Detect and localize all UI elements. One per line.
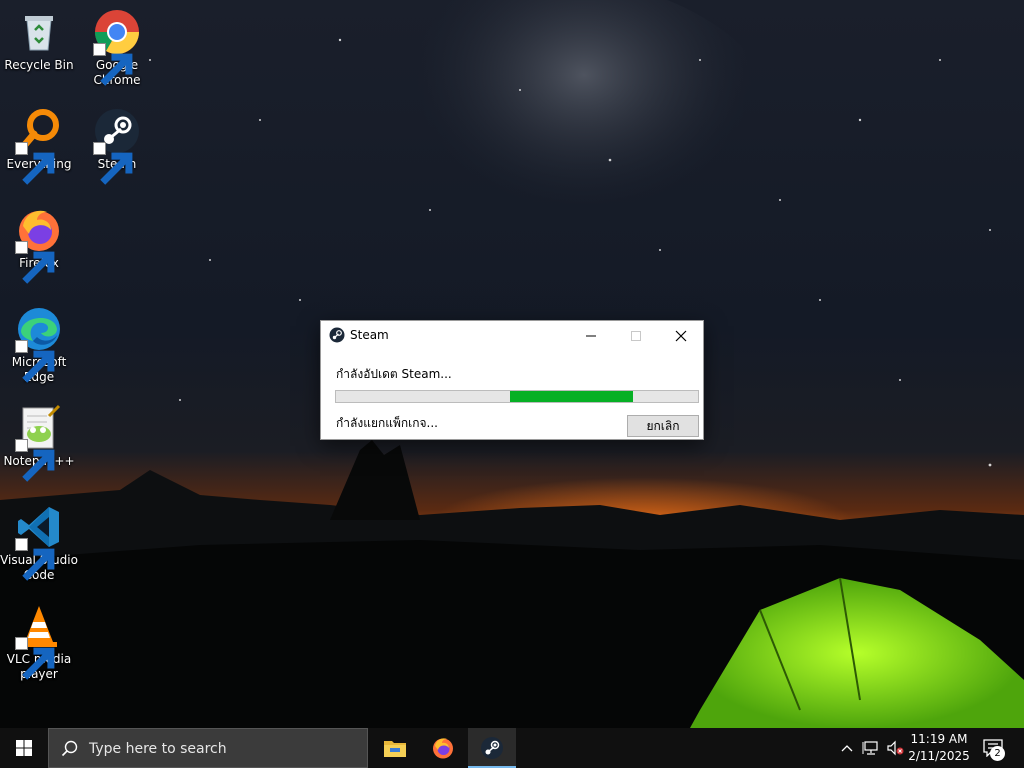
search-placeholder: Type here to search [89,741,227,757]
taskbar-file-explorer[interactable] [371,728,419,768]
shortcut-arrow-icon [15,538,55,581]
shortcut-arrow-icon [15,439,55,482]
vscode-icon [15,503,63,581]
dialog-titlebar[interactable]: Steam [321,321,703,351]
desktop-icon-steam[interactable]: Steam [78,107,156,185]
steam-icon [93,107,141,185]
shortcut-arrow-icon [15,241,55,284]
action-center-button[interactable]: 2 [978,728,1010,768]
close-button[interactable] [658,321,704,351]
shortcut-arrow-icon [15,637,55,680]
extract-status-text: กำลังแยกแพ็กเกจ... [336,416,438,430]
minimize-button[interactable] [568,321,614,351]
shortcut-arrow-icon [15,142,55,185]
taskbar: Type here to search 11:19 AM 2/11/2025 2 [0,728,1024,768]
desktop-icon-firefox[interactable]: Firefox [0,206,78,284]
clock-time: 11:19 AM [910,732,968,746]
desktop-icon-vlc[interactable]: VLC media player [0,602,78,682]
shortcut-arrow-icon [93,142,133,185]
update-status-text: กำลังอัปเดต Steam... [336,367,452,381]
chrome-icon [93,8,141,86]
dialog-body: กำลังอัปเดต Steam... กำลังแยกแพ็กเกจ... … [321,351,703,439]
firefox-icon [433,738,453,759]
taskbar-clock[interactable]: 11:19 AM 2/11/2025 [900,731,978,765]
chevron-up-icon [841,745,853,752]
windows-logo-icon [16,740,32,756]
steam-update-dialog: Steam กำลังอัปเดต Steam... กำลังแยกแพ็กเ… [320,320,704,440]
close-icon [675,330,687,342]
desktop-icon-recycle-bin[interactable]: Recycle Bin [0,8,78,73]
edge-icon [15,305,63,383]
steam-icon [481,737,503,759]
clock-date: 2/11/2025 [908,749,970,763]
maximize-button [613,321,659,351]
shortcut-arrow-icon [93,43,133,86]
maximize-icon [631,331,641,341]
show-hidden-icons-button[interactable] [838,728,856,768]
desktop-icon-microsoft-edge[interactable]: Microsoft Edge [0,305,78,385]
dialog-title: Steam [350,328,389,342]
everything-icon [15,107,63,185]
recycle-bin-icon [15,8,63,56]
taskbar-firefox[interactable] [419,728,467,768]
network-icon [862,741,878,755]
progress-fill [510,391,633,402]
desktop-icon-everything[interactable]: Everything [0,107,78,185]
desktop-icon-google-chrome[interactable]: Google Chrome [78,8,156,88]
desktop-icon-visual-studio-code[interactable]: Visual Studio Code [0,503,78,583]
vlc-icon [15,602,63,680]
desktop-icon-notepadpp[interactable]: Notepad++ [0,404,78,482]
taskbar-steam[interactable] [468,728,516,768]
desktop-icon-label: Recycle Bin [4,58,74,72]
steam-icon [329,327,345,343]
network-tray-button[interactable] [860,728,882,768]
minimize-icon [586,335,596,337]
start-button[interactable] [0,728,48,768]
notepadpp-icon [15,404,63,482]
firefox-icon [15,206,63,284]
shortcut-arrow-icon [15,340,55,383]
taskbar-search-box[interactable]: Type here to search [48,728,368,768]
file-explorer-icon [384,741,406,757]
notification-count-badge: 2 [990,746,1005,761]
cancel-button[interactable]: ยกเลิก [627,415,699,437]
search-icon [61,740,78,757]
update-progress-bar [335,390,699,403]
